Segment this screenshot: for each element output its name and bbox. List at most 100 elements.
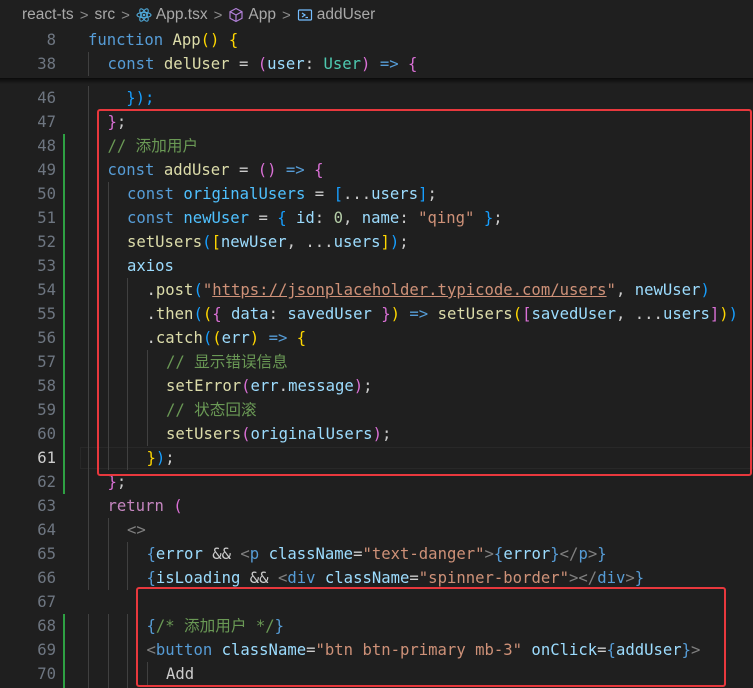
- token: function: [88, 31, 173, 49]
- indent-guide: [107, 518, 109, 542]
- token: }: [550, 545, 560, 563]
- line-number: 57: [37, 353, 56, 371]
- indent-guide: [127, 638, 128, 662]
- indent-guide: [88, 422, 89, 446]
- token: delUser: [163, 55, 230, 73]
- token: App: [172, 31, 201, 49]
- indent-guide: [88, 446, 89, 470]
- indent-guide: [107, 614, 109, 638]
- code-line-65[interactable]: 65 {error && <p className="text-danger">{…: [0, 542, 753, 566]
- token: div: [597, 569, 626, 587]
- line-number: 8: [46, 31, 56, 49]
- code-line-63[interactable]: 63 return (: [0, 494, 753, 518]
- token: >: [484, 545, 494, 563]
- line-number: 48: [37, 137, 56, 155]
- line-number: 52: [37, 233, 56, 251]
- line-number: 63: [37, 497, 56, 515]
- token: });: [126, 89, 155, 107]
- react-icon: [136, 7, 152, 23]
- code-line-8[interactable]: 8 function App() {: [0, 30, 753, 52]
- code-line-46[interactable]: 46 });: [0, 86, 753, 110]
- indent-guide: [88, 206, 89, 230]
- git-added-indicator[interactable]: [63, 614, 65, 688]
- token: "text-danger": [362, 545, 485, 563]
- token: return: [107, 497, 174, 515]
- line-number: 70: [37, 665, 56, 683]
- line-number: 38: [37, 55, 56, 73]
- code-line-38[interactable]: 38 const delUser = (user: User) => {: [0, 52, 753, 76]
- breadcrumb-label: addUser: [316, 6, 376, 23]
- breadcrumb-label: src: [94, 6, 116, 23]
- breadcrumb-label: App.tsx: [155, 6, 208, 23]
- token: (: [257, 55, 268, 73]
- line-number: 58: [37, 377, 56, 395]
- indent-guide: [88, 158, 89, 182]
- token: error: [155, 545, 203, 563]
- token: &&: [240, 569, 278, 587]
- line-number: 61: [37, 449, 56, 467]
- indent-guide: [88, 350, 89, 374]
- line-number: 64: [37, 521, 56, 539]
- component-icon: [228, 7, 244, 23]
- line-number: 47: [37, 113, 56, 131]
- breadcrumb-separator: >: [213, 6, 223, 24]
- breadcrumb-item-app-tsx[interactable]: App.tsx: [136, 6, 208, 24]
- indent-guide: [88, 86, 89, 110]
- token: "spinner-border": [418, 569, 570, 587]
- line-number: 53: [37, 257, 56, 275]
- indent-guide: [127, 662, 128, 686]
- indent-guide: [88, 110, 89, 134]
- code-text: <>: [127, 518, 146, 542]
- breadcrumb-item-adduser[interactable]: addUser: [297, 6, 376, 24]
- highlight-box-button: [136, 587, 726, 687]
- line-number: 60: [37, 425, 56, 443]
- token: ): [361, 55, 380, 73]
- indent-guide: [88, 614, 89, 638]
- token: (: [173, 497, 183, 515]
- indent-guide: [88, 470, 89, 494]
- token: className: [324, 569, 410, 587]
- token: =: [409, 569, 419, 587]
- indent-guide: [88, 254, 89, 278]
- indent-guide: [88, 230, 89, 254]
- line-number: 49: [37, 161, 56, 179]
- line-number: 65: [37, 545, 56, 563]
- code-text: });: [108, 86, 155, 110]
- git-added-indicator[interactable]: [63, 134, 65, 494]
- line-number: 68: [37, 617, 56, 635]
- token: {: [407, 55, 418, 73]
- token: className: [268, 545, 354, 563]
- token: }: [597, 545, 607, 563]
- indent-guide: [88, 278, 89, 302]
- indent-guide: [88, 518, 89, 542]
- indent-guide: [127, 542, 128, 566]
- breadcrumb-item-src[interactable]: src: [94, 6, 115, 24]
- line-number: 69: [37, 641, 56, 659]
- indent-guide: [88, 494, 89, 518]
- code-editor[interactable]: 8 function App() {38 const delUser = (user…: [0, 30, 753, 688]
- code-line-64[interactable]: 64 <>: [0, 518, 753, 542]
- line-number: 66: [37, 569, 56, 587]
- breadcrumb-item-app[interactable]: App: [228, 6, 276, 24]
- indent-guide: [127, 614, 128, 638]
- breadcrumb: react-ts > src > App.tsx > App > addUser: [0, 0, 753, 30]
- breadcrumb-item-react-ts[interactable]: react-ts: [22, 6, 74, 24]
- indent-guide: [88, 566, 89, 590]
- indent-guide: [127, 566, 128, 590]
- code-text: function App() {: [88, 30, 238, 52]
- indent-guide: [88, 662, 89, 686]
- indent-guide: [107, 662, 109, 686]
- indent-guide: [88, 542, 89, 566]
- line-number: 54: [37, 281, 56, 299]
- token: isLoading: [155, 569, 241, 587]
- line-number: 55: [37, 305, 56, 323]
- token: {: [228, 31, 239, 49]
- token: const: [107, 55, 164, 73]
- sticky-scroll-shadow: [0, 78, 753, 84]
- variable-icon: [297, 7, 313, 23]
- line-number: 62: [37, 473, 56, 491]
- indent-guide: [88, 638, 89, 662]
- code-text: {error && <p className="text-danger">{er…: [147, 542, 607, 566]
- indent-guide: [88, 302, 89, 326]
- breadcrumb-separator: >: [79, 6, 89, 24]
